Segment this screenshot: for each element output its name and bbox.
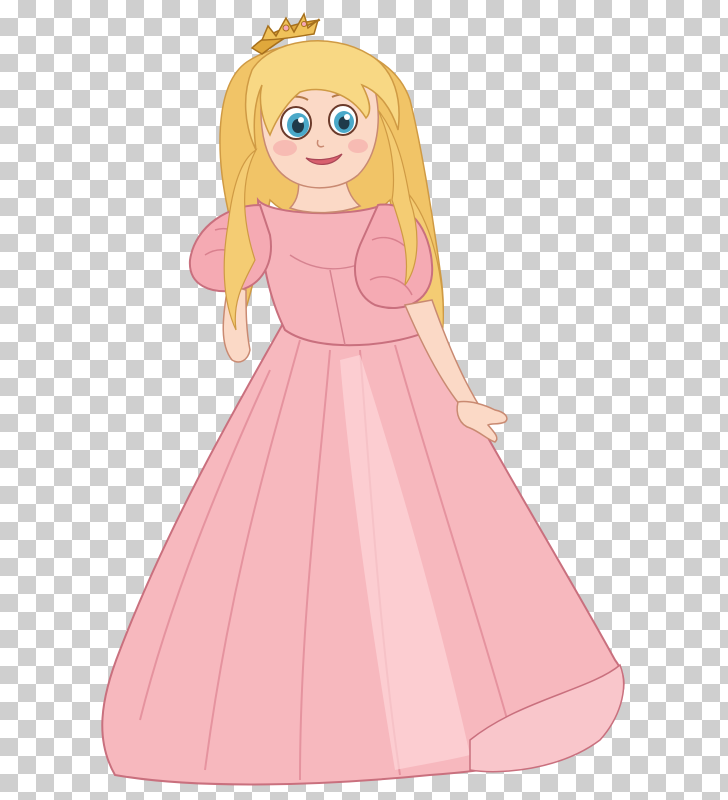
right-cheek (348, 139, 368, 153)
left-eye (280, 106, 312, 140)
right-eye (328, 104, 358, 136)
left-cheek (273, 140, 297, 156)
transparency-checkerboard-background (0, 0, 728, 800)
princess-illustration (101, 12, 625, 786)
